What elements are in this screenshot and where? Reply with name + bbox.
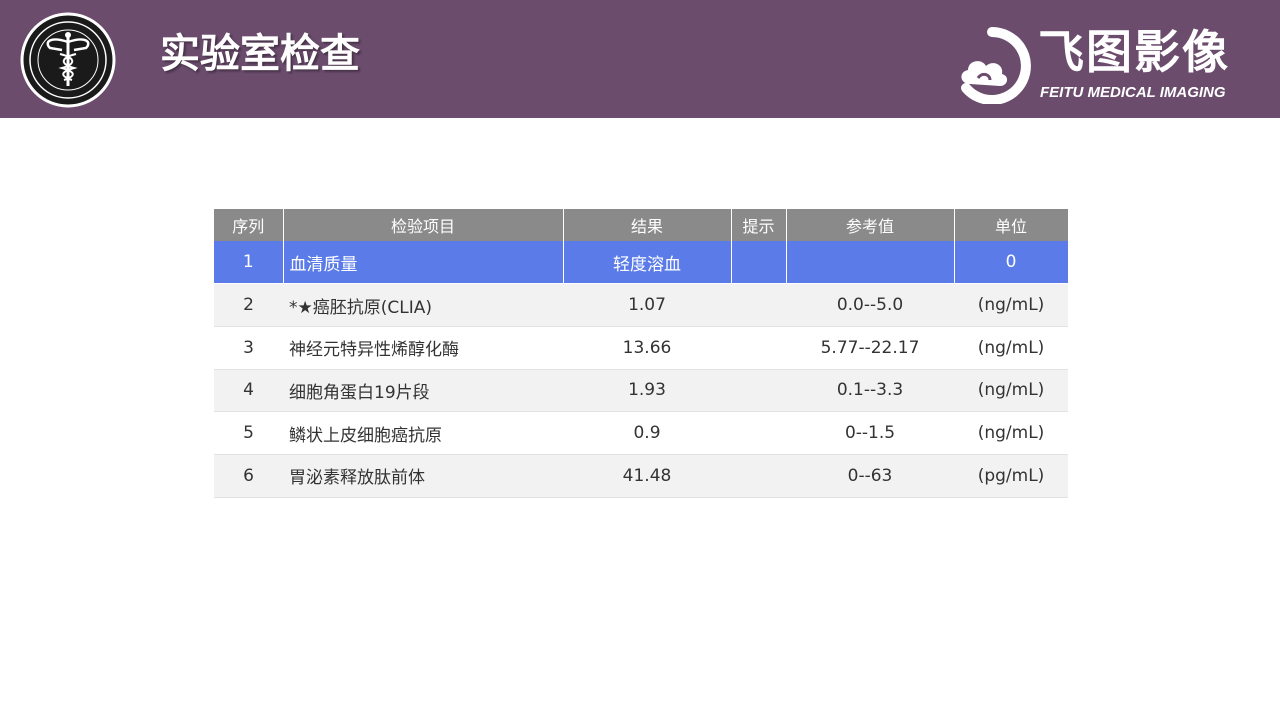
page-title: 实验室检查 (160, 31, 360, 77)
cell-flag (731, 369, 786, 413)
cell-item: 胃泌素释放肽前体 (283, 454, 563, 498)
cell-result: 41.48 (563, 454, 731, 498)
cell-flag (731, 283, 786, 327)
column-header: 检验项目 (283, 209, 564, 241)
cell-unit: 0 (954, 241, 1068, 285)
table-header-row: 序列 检验项目 结果 提示 参考值 单位 (214, 209, 1068, 241)
cell-item: 血清质量 (283, 241, 564, 285)
cell-ref: 0--1.5 (786, 411, 954, 455)
cell-result: 0.9 (563, 411, 731, 455)
brand-name-cn: 飞图影像 (1038, 25, 1230, 79)
cell-ref (786, 241, 955, 285)
cell-result: 1.93 (563, 369, 731, 413)
table-row: 1 血清质量 轻度溶血 0 (214, 241, 1068, 285)
cell-ref: 5.77--22.17 (786, 326, 954, 370)
cell-no: 6 (214, 454, 283, 498)
brand-logo: 飞图影像 FEITU MEDICAL IMAGING (952, 22, 1262, 106)
cell-no: 1 (214, 241, 284, 285)
cell-no: 4 (214, 369, 283, 413)
column-header: 序列 (214, 209, 284, 241)
column-header: 单位 (954, 209, 1068, 241)
cell-ref: 0.0--5.0 (786, 283, 954, 327)
header-banner: 实验室检查 飞图影像 FEITU MEDICAL IMAGING (0, 0, 1280, 118)
column-header: 结果 (563, 209, 732, 241)
cell-no: 5 (214, 411, 283, 455)
table-row: 5 鳞状上皮细胞癌抗原 0.9 0--1.5 (ng/mL) (214, 411, 1068, 455)
cell-flag (731, 241, 787, 285)
cell-item: 细胞角蛋白19片段 (283, 369, 563, 413)
caduceus-icon (20, 12, 116, 108)
cell-flag (731, 326, 786, 370)
cell-ref: 0.1--3.3 (786, 369, 954, 413)
brand-name-en: FEITU MEDICAL IMAGING (1040, 84, 1226, 101)
cell-no: 2 (214, 283, 283, 327)
cell-no: 3 (214, 326, 283, 370)
cell-ref: 0--63 (786, 454, 954, 498)
table-row: 2 *★癌胚抗原(CLIA) 1.07 0.0--5.0 (ng/mL) (214, 283, 1068, 327)
table-row: 4 细胞角蛋白19片段 1.93 0.1--3.3 (ng/mL) (214, 369, 1068, 413)
column-header: 参考值 (786, 209, 955, 241)
cell-flag (731, 411, 786, 455)
column-header: 提示 (731, 209, 787, 241)
cell-result: 轻度溶血 (563, 241, 732, 285)
cell-unit: (ng/mL) (954, 326, 1068, 370)
cell-unit: (ng/mL) (954, 369, 1068, 413)
cell-item: 鳞状上皮细胞癌抗原 (283, 411, 563, 455)
cloud-logo-icon (961, 27, 1031, 104)
cell-result: 13.66 (563, 326, 731, 370)
table-row: 6 胃泌素释放肽前体 41.48 0--63 (pg/mL) (214, 454, 1068, 498)
cell-unit: (pg/mL) (954, 454, 1068, 498)
table-row: 3 神经元特异性烯醇化酶 13.66 5.77--22.17 (ng/mL) (214, 326, 1068, 370)
cell-unit: (ng/mL) (954, 283, 1068, 327)
cell-flag (731, 454, 786, 498)
cell-result: 1.07 (563, 283, 731, 327)
cell-item: *★癌胚抗原(CLIA) (283, 283, 563, 327)
lab-report-table: 序列 检验项目 结果 提示 参考值 单位 1 血清质量 轻度溶血 0 2 *★癌… (214, 209, 1068, 499)
cell-unit: (ng/mL) (954, 411, 1068, 455)
cell-item: 神经元特异性烯醇化酶 (283, 326, 563, 370)
